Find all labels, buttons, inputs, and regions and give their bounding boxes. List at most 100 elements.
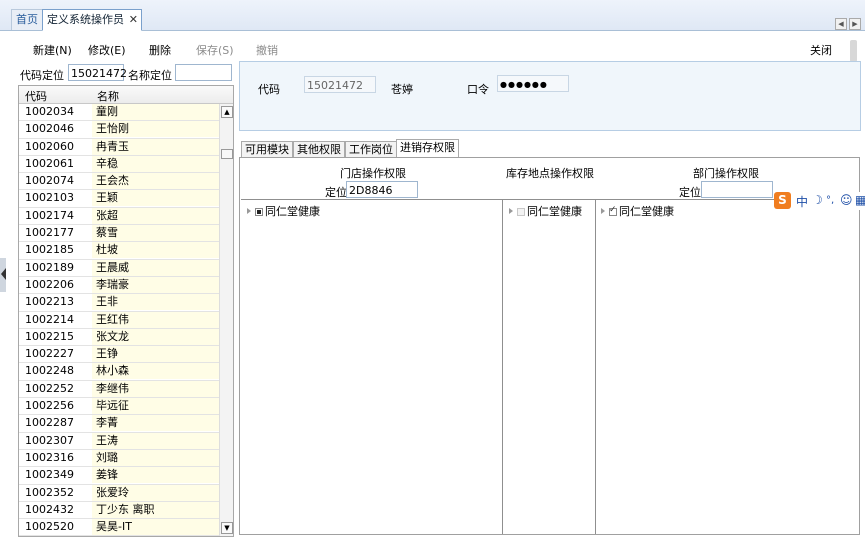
tab-other-permissions[interactable]: 其他权限 [293,141,345,158]
edit-button[interactable]: 修改(E) [88,42,126,58]
cell-name: 吴昊-IT [92,519,187,536]
partial-checkbox-icon[interactable] [255,208,263,216]
table-row[interactable]: 1002432 丁少东 离职 [19,501,219,520]
department-locate-input[interactable] [701,181,773,198]
table-row[interactable]: 1002034 童刚 [19,104,219,122]
table-row[interactable]: 1002046 王怡刚 [19,121,219,139]
warehouse-tree-node[interactable]: 同仁堂健康 [509,203,582,219]
scroll-up-icon[interactable]: ▲ [221,106,233,118]
cell-code: 1002189 [19,259,91,276]
tab-scroll-left-icon[interactable]: ◀ [835,18,847,30]
cell-name: 蔡雪 [92,225,187,242]
name-locate-input[interactable] [175,64,232,81]
cell-filler [187,519,219,536]
table-row[interactable]: 1002177 蔡雪 [19,225,219,243]
cell-name: 王怡刚 [92,121,187,138]
table-row[interactable]: 1002316 刘璐 [19,449,219,468]
table-row[interactable]: 1002185 杜坡 [19,242,219,260]
cell-name: 张超 [92,207,187,224]
operator-detail-panel: 代码 15021472 苍婷 口令 ●●●●●● [239,61,861,131]
store-locate-input[interactable]: 2D8846 [346,181,418,198]
password-field[interactable]: ●●●●●● [497,75,569,92]
table-row[interactable]: 1002074 王会杰 [19,173,219,191]
table-row[interactable]: 1002206 李瑞豪 [19,276,219,295]
cell-name: 王晨威 [92,259,187,276]
cell-filler [187,449,219,466]
table-row[interactable]: 1002060 冉青玉 [19,138,219,156]
table-row[interactable]: 1002248 林小森 [19,363,219,381]
cell-name: 张莉莉 [92,536,187,537]
expand-icon[interactable] [509,208,513,214]
table-row[interactable]: 1002214 王红伟 [19,311,219,329]
tab-inventory-permissions[interactable]: 进销存权限 [396,139,459,158]
table-row[interactable]: 1002256 毕远征 [19,398,219,416]
table-row[interactable]: 1002520 吴昊-IT [19,519,219,536]
column-header-code[interactable]: 代码 [25,88,47,104]
detail-code-field[interactable]: 15021472 [304,76,376,93]
cell-name: 杜坡 [92,242,187,259]
grid-vertical-scrollbar[interactable]: ▲ ▼ [219,104,233,536]
table-row[interactable]: 1002103 王颖 [19,190,219,208]
ime-logo-icon[interactable]: S [774,192,791,209]
close-tab-icon[interactable]: ✕ [129,10,138,30]
table-row[interactable]: 1002189 王晨威 [19,259,219,277]
checked-checkbox-icon[interactable] [609,205,617,216]
cell-code: 1002349 [19,467,91,484]
tab-scroll-right-icon[interactable]: ▶ [849,18,861,30]
table-row[interactable]: 1002174 张超 [19,207,219,226]
tab-available-modules[interactable]: 可用模块 [241,141,293,158]
cell-filler [187,190,219,207]
cell-name: 刘璐 [92,449,187,466]
tab-work-positions[interactable]: 工作岗位 [345,141,397,158]
table-row[interactable]: 1002252 李继伟 [19,380,219,399]
cell-name: 王红伟 [92,311,187,328]
table-row[interactable]: 1002521张莉莉 [19,536,219,537]
document-tab-strip: 首页 定义系统操作员 ✕ ◀ ▶ [0,0,865,31]
unchecked-checkbox-icon[interactable] [517,208,525,216]
cell-name: 丁少东 离职 [92,501,187,518]
expand-icon[interactable] [247,208,251,214]
table-row[interactable]: 1002061 辛稳 [19,155,219,174]
cell-filler [187,104,219,120]
table-row[interactable]: 1002352 张爱玲 [19,484,219,502]
cell-filler [187,173,219,190]
cell-code: 1002214 [19,311,91,328]
cell-code: 1002432 [19,501,91,518]
toolbar-scrollbar[interactable] [850,40,857,62]
column-header-name[interactable]: 名称 [97,88,119,104]
cell-code: 1002227 [19,346,91,363]
code-locate-input[interactable]: 15021472 [68,64,127,81]
table-row[interactable]: 1002349 姜锋 [19,467,219,485]
table-row[interactable]: 1002227 王铮 [19,346,219,364]
save-button[interactable]: 保存(S) [196,42,234,58]
ime-halfwidth-moon-icon[interactable]: ☽ [812,193,823,207]
expand-icon[interactable] [601,208,605,214]
tab-define-operator[interactable]: 定义系统操作员 ✕ [42,9,142,31]
cell-code: 1002103 [19,190,91,207]
new-button[interactable]: 新建(N) [33,42,72,58]
table-row[interactable]: 1002287 李菁 [19,415,219,433]
table-row[interactable]: 1002215 张文龙 [19,328,219,347]
delete-button[interactable]: 删除 [149,42,171,58]
cell-filler [187,501,219,518]
cell-name: 毕远征 [92,398,187,415]
scroll-thumb[interactable] [221,149,233,159]
ime-emoji-icon[interactable]: ☺ [840,193,853,207]
ime-toolbox-icon[interactable]: ▦ [855,193,865,207]
store-tree-node[interactable]: 同仁堂健康 [247,203,320,219]
scroll-down-icon[interactable]: ▼ [221,522,233,534]
store-permissions-title: 门店操作权限 [340,167,406,180]
warehouse-node-label: 同仁堂健康 [527,205,582,218]
department-tree-node[interactable]: 同仁堂健康 [601,203,674,219]
table-row[interactable]: 1002307 王涛 [19,432,219,450]
department-node-label: 同仁堂健康 [619,205,674,218]
ime-chinese-mode-icon[interactable]: 中 [796,193,808,210]
cell-filler [187,363,219,380]
table-row[interactable]: 1002213 王非 [19,294,219,312]
undo-button[interactable]: 撤销 [256,42,278,58]
cell-name: 冉青玉 [92,138,187,155]
collapse-left-icon[interactable] [1,268,6,280]
ime-punctuation-icon[interactable]: °, [826,195,834,206]
cell-name: 李菁 [92,415,187,432]
close-button[interactable]: 关闭 [810,42,832,58]
